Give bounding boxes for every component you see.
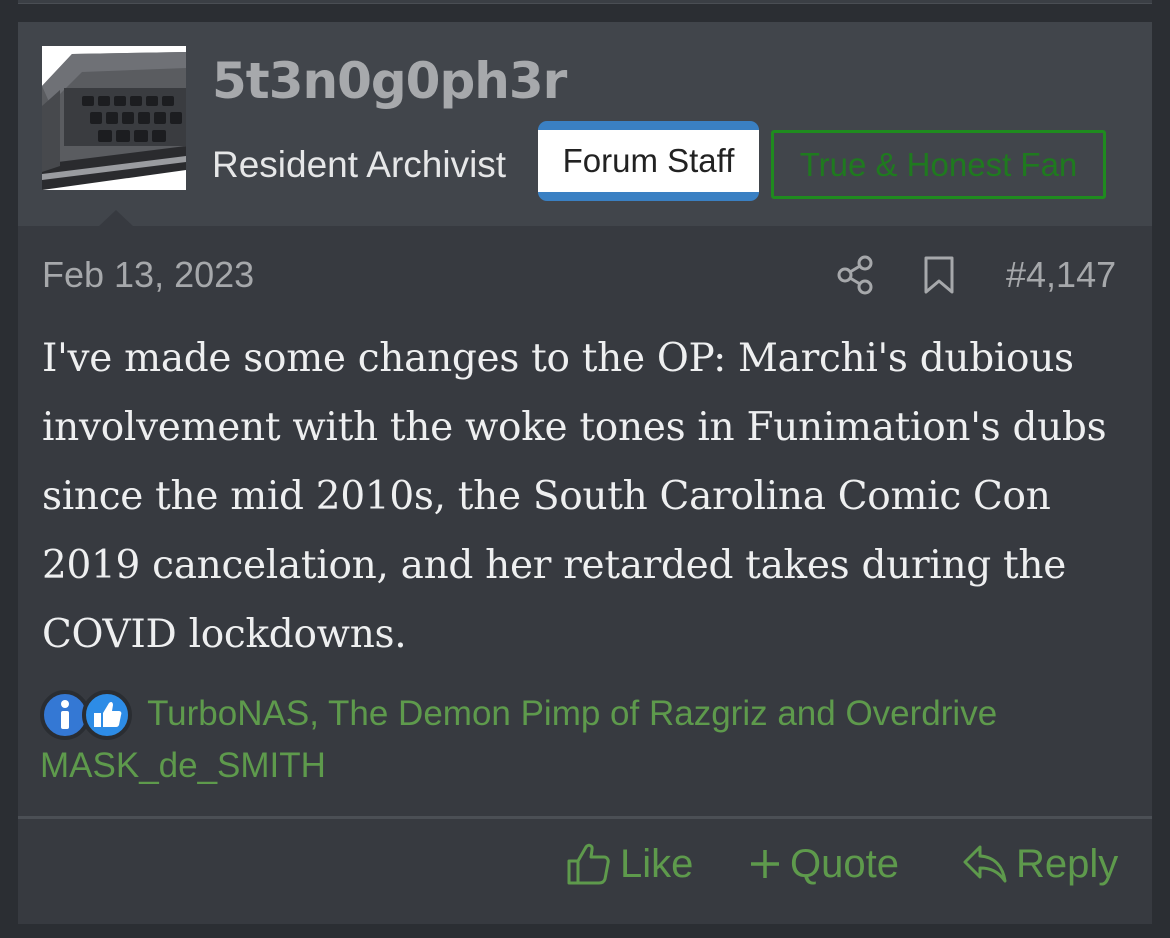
avatar[interactable]	[42, 46, 186, 190]
post-author-header: 5t3n0g0ph3r Resident Archivist Forum Sta…	[18, 22, 1152, 227]
previous-post-edge	[18, 0, 1152, 4]
thumbs-up-icon	[82, 690, 132, 740]
header-pointer-arrow	[98, 210, 134, 227]
like-button-label: Like	[620, 841, 694, 886]
username[interactable]: 5t3n0g0ph3r	[212, 52, 567, 110]
reaction-icons[interactable]	[40, 688, 138, 740]
forum-post: 5t3n0g0ph3r Resident Archivist Forum Sta…	[18, 22, 1152, 924]
footer-divider	[18, 816, 1152, 819]
true-honest-fan-badge: True & Honest Fan	[771, 130, 1106, 199]
quote-button[interactable]: Quote	[748, 840, 899, 888]
reply-button[interactable]: Reply	[962, 840, 1118, 888]
plus-icon	[751, 850, 779, 878]
post-date[interactable]: Feb 13, 2023	[42, 254, 254, 296]
reactions-bar: TurboNAS, The Demon Pimp of Razgriz and …	[40, 688, 1140, 792]
quote-button-label: Quote	[790, 841, 899, 886]
user-title: Resident Archivist	[212, 144, 507, 185]
post-number-link[interactable]: #4,147	[1006, 254, 1116, 296]
share-icon[interactable]	[836, 255, 874, 295]
reaction-users-list[interactable]: TurboNAS, The Demon Pimp of Razgriz and …	[40, 694, 997, 785]
typewriter-avatar-image	[42, 46, 186, 190]
reply-arrow-icon	[963, 845, 1007, 883]
post-body-text: I've made some changes to the OP: Marchi…	[42, 336, 1107, 657]
bookmark-icon[interactable]	[922, 255, 956, 295]
thumbs-up-outline-icon	[567, 843, 610, 885]
reply-button-label: Reply	[1016, 841, 1119, 886]
forum-staff-badge: Forum Staff	[538, 121, 759, 201]
like-button[interactable]: Like	[566, 840, 693, 888]
